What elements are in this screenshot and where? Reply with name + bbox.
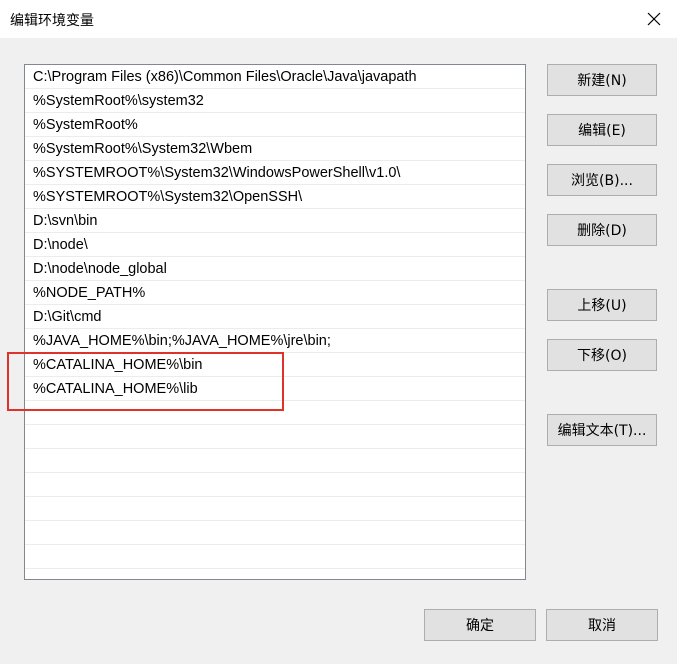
path-list-item[interactable]: %SYSTEMROOT%\System32\WindowsPowerShell\… [25,161,525,185]
path-list-item[interactable]: D:\Git\cmd [25,305,525,329]
close-button[interactable] [631,0,677,38]
empty-list-row [25,401,525,425]
empty-list-row [25,545,525,569]
cancel-button[interactable]: 取消 [546,609,658,641]
path-list-item[interactable]: %CATALINA_HOME%\lib [25,377,525,401]
browse-button[interactable]: 浏览(B)... [547,164,657,196]
window-title: 编辑环境变量 [10,13,94,29]
path-list-item[interactable]: %SystemRoot% [25,113,525,137]
path-list-item[interactable]: %CATALINA_HOME%\bin [25,353,525,377]
edit-text-button[interactable]: 编辑文本(T)... [547,414,657,446]
title-bar: 编辑环境变量 [0,0,677,38]
empty-list-row [25,449,525,473]
path-list[interactable]: C:\Program Files (x86)\Common Files\Orac… [24,64,526,580]
path-list-item[interactable]: D:\node\ [25,233,525,257]
empty-list-row [25,425,525,449]
empty-list-row [25,497,525,521]
new-button[interactable]: 新建(N) [547,64,657,96]
edit-button[interactable]: 编辑(E) [547,114,657,146]
path-list-item[interactable]: C:\Program Files (x86)\Common Files\Orac… [25,65,525,89]
move-up-button[interactable]: 上移(U) [547,289,657,321]
close-icon [647,12,661,26]
path-list-item[interactable]: %SystemRoot%\System32\Wbem [25,137,525,161]
path-list-item[interactable]: %NODE_PATH% [25,281,525,305]
path-list-item[interactable]: D:\node\node_global [25,257,525,281]
empty-list-row [25,569,525,579]
path-list-item[interactable]: %JAVA_HOME%\bin;%JAVA_HOME%\jre\bin; [25,329,525,353]
path-list-item[interactable]: %SystemRoot%\system32 [25,89,525,113]
path-list-item[interactable]: %SYSTEMROOT%\System32\OpenSSH\ [25,185,525,209]
move-down-button[interactable]: 下移(O) [547,339,657,371]
path-list-item[interactable]: D:\svn\bin [25,209,525,233]
delete-button[interactable]: 删除(D) [547,214,657,246]
empty-list-row [25,521,525,545]
ok-button[interactable]: 确定 [424,609,536,641]
empty-list-row [25,473,525,497]
